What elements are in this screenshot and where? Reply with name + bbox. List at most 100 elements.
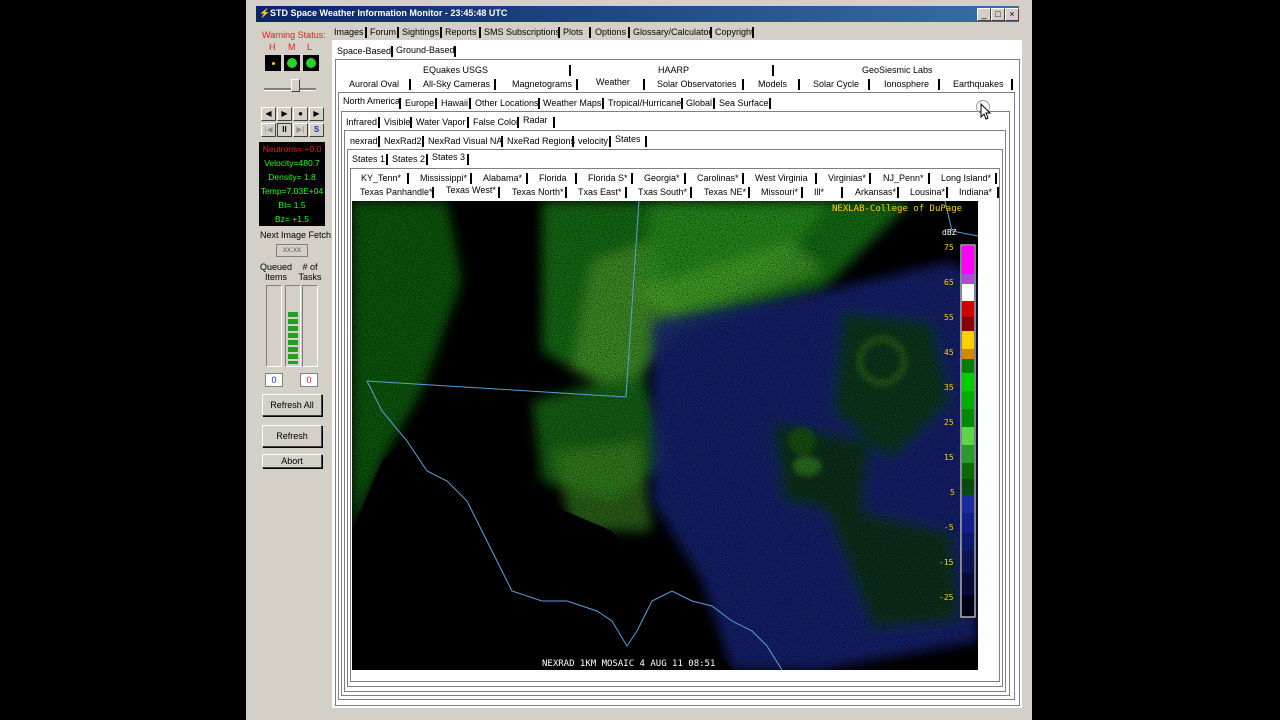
last-frame-button[interactable]: ▶| (293, 123, 308, 137)
tab-images[interactable]: Images (334, 27, 364, 37)
tab-hawaii[interactable]: Hawaii (441, 98, 468, 108)
tab-visible[interactable]: Visible (384, 117, 410, 127)
refresh-all-button[interactable]: Refresh All (262, 394, 322, 416)
pause-button[interactable]: II (277, 123, 292, 137)
tab-other-locations[interactable]: Other Locations (475, 98, 539, 108)
tab-texas-panhandle[interactable]: Texas Panhandle* (360, 187, 433, 197)
gauge-bar (288, 319, 298, 324)
tab-ill[interactable]: Ill* (814, 187, 824, 197)
tab-north-america[interactable]: North America (343, 96, 400, 106)
tab-txas-south[interactable]: Txas South* (638, 187, 687, 197)
tab-europe[interactable]: Europe (405, 98, 434, 108)
tab-texas-west[interactable]: Texas West* (446, 185, 496, 195)
tab-lousina[interactable]: Lousina* (910, 187, 945, 197)
tab-divider (467, 154, 469, 165)
tab-carolinas[interactable]: Carolinas* (697, 173, 739, 183)
tab-earthquakes[interactable]: Earthquakes (953, 79, 1004, 89)
scale-label-45: 45 (944, 348, 954, 357)
tab-weather-maps[interactable]: Weather Maps (543, 98, 601, 108)
tab-txas-east[interactable]: Txas East* (578, 187, 622, 197)
tab-ionosphere[interactable]: Ionosphere (884, 79, 929, 89)
tab-divider (378, 117, 380, 128)
tab-magnetograms[interactable]: Magnetograms (512, 79, 572, 89)
tab-velocity[interactable]: velocity (578, 136, 608, 146)
tab-georgia[interactable]: Georgia* (644, 173, 680, 183)
tab-radar[interactable]: Radar (523, 115, 548, 125)
tab-virginias[interactable]: Virginias* (828, 173, 866, 183)
tab-sms[interactable]: SMS Subscriptions (484, 27, 560, 37)
tab-divider (742, 173, 744, 184)
tab-divider (1011, 79, 1013, 90)
record-button[interactable]: ● (293, 107, 308, 121)
tab-missouri[interactable]: Missouri* (761, 187, 798, 197)
tab-divider (928, 173, 930, 184)
tab-nexrad-visual-na[interactable]: NexRad Visual NA (428, 136, 502, 146)
tab-states-1[interactable]: States 1 (352, 154, 385, 164)
tab-divider (498, 187, 500, 198)
tab-false-color[interactable]: False Color (473, 117, 519, 127)
first-frame-button[interactable]: |◀ (261, 123, 276, 137)
tab-weather[interactable]: Weather (596, 77, 630, 87)
tab-equakes-usgs[interactable]: EQuakes USGS (423, 65, 488, 75)
tab-divider (558, 27, 560, 38)
tab-water-vapor[interactable]: Water Vapor (416, 117, 466, 127)
tab-states[interactable]: States (615, 134, 641, 144)
tab-all-sky-cameras[interactable]: All-Sky Cameras (423, 79, 490, 89)
tab-long-island[interactable]: Long Island* (941, 173, 991, 183)
tab-glossary[interactable]: Glossary/Calculator (633, 27, 712, 37)
rewind-button[interactable]: ◀ (261, 107, 276, 121)
tab-ky-tenn[interactable]: KY_Tenn* (361, 173, 401, 183)
tab-florida-s[interactable]: Florida S* (588, 173, 628, 183)
tab-sightings[interactable]: Sightings (402, 27, 439, 37)
play-button[interactable]: ▶ (277, 107, 292, 121)
tab-texas-north[interactable]: Texas North* (512, 187, 564, 197)
tab-florida[interactable]: Florida (539, 173, 567, 183)
tab-divider (897, 187, 899, 198)
tab-divider (467, 117, 469, 128)
tab-infrared[interactable]: Infrared (346, 117, 377, 127)
tab-copyright[interactable]: Copyright (715, 27, 754, 37)
tab-divider (681, 98, 683, 109)
tab-solar-observatories[interactable]: Solar Observatories (657, 79, 737, 89)
tab-options[interactable]: Options (595, 27, 626, 37)
tab-nexrad2[interactable]: NexRad2 (384, 136, 422, 146)
refresh-button[interactable]: Refresh (262, 425, 322, 447)
tab-forum[interactable]: Forum (370, 27, 396, 37)
speed-slider[interactable] (264, 78, 316, 94)
maximize-button[interactable]: □ (991, 8, 1005, 21)
tab-indiana[interactable]: Indiana* (959, 187, 992, 197)
tab-alabama[interactable]: Alabama* (483, 173, 522, 183)
tab-tropical-hurricane[interactable]: Tropical/Hurricane (608, 98, 681, 108)
mouse-cursor-icon (980, 103, 992, 120)
tab-nexrad[interactable]: nexrad (350, 136, 378, 146)
stop-button[interactable]: S (309, 123, 324, 137)
tab-texas-ne[interactable]: Texas NE* (704, 187, 746, 197)
tab-solar-cycle[interactable]: Solar Cycle (813, 79, 859, 89)
tab-reports[interactable]: Reports (445, 27, 477, 37)
gauge-bar (288, 326, 298, 331)
tab-global[interactable]: Global (686, 98, 712, 108)
tab-geosiesmic-labs[interactable]: GeoSiesmic Labs (862, 65, 933, 75)
tab-states-2[interactable]: States 2 (392, 154, 425, 164)
tab-plots[interactable]: Plots (563, 27, 583, 37)
tab-sea-surface[interactable]: Sea Surface (719, 98, 769, 108)
tab-auroral-oval[interactable]: Auroral Oval (349, 79, 399, 89)
tab-ground-based[interactable]: Ground-Based (396, 45, 455, 55)
tab-divider (645, 136, 647, 147)
close-button[interactable]: × (1005, 8, 1019, 21)
tab-west-virginia[interactable]: West Virginia (755, 173, 808, 183)
tab-space-based[interactable]: Space-Based (337, 46, 391, 56)
tab-mississippi[interactable]: Mississippi* (420, 173, 467, 183)
tab-states-3[interactable]: States 3 (432, 152, 465, 162)
tab-arkansas[interactable]: Arkansas* (855, 187, 896, 197)
tab-nj-penn[interactable]: NJ_Penn* (883, 173, 924, 183)
minimize-button[interactable]: _ (977, 8, 991, 21)
abort-button[interactable]: Abort (262, 454, 322, 468)
title-bar: ⚡ STD Space Weather Information Monitor … (256, 6, 1019, 22)
tab-nxerad-regions[interactable]: NxeRad Regions (507, 136, 575, 146)
tab-divider (440, 27, 442, 38)
tab-haarp[interactable]: HAARP (658, 65, 689, 75)
tab-divider (631, 173, 633, 184)
forward-button[interactable]: ▶ (309, 107, 324, 121)
tab-models[interactable]: Models (758, 79, 787, 89)
